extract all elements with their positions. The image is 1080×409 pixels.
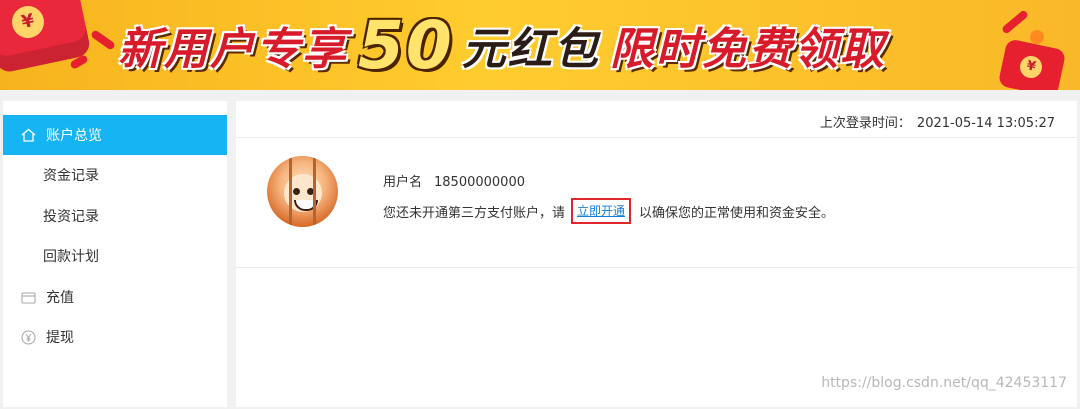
last-login-time: 2021-05-14 13:05:27 (916, 116, 1055, 131)
banner-amount: 50 (358, 6, 454, 84)
promo-banner[interactable]: ¥ ¥ 新用户专享 50 元红包 限时免费领取 (0, 0, 1080, 90)
sidebar-item-label: 账户总览 (46, 128, 102, 144)
banner-text-free-limited: 限时免费领取 (609, 24, 886, 75)
home-icon (20, 127, 36, 143)
banner-text-new-user: 新用户专享 (118, 24, 348, 75)
username-label: 用户名 (383, 175, 423, 190)
open-account-link[interactable]: 立即开通 (571, 198, 632, 224)
account-overview-panel: 上次登录时间： 2021-05-14 13:05:27 用户名 1850000000… (236, 101, 1077, 407)
wallet-icon (20, 289, 36, 305)
username-value: 18500000000 (434, 175, 525, 190)
last-login-label: 上次登录时间： (819, 116, 911, 131)
banner-headline: 新用户专享 50 元红包 限时免费领取 (112, 7, 892, 84)
sidebar-item-investment-records[interactable]: 投资记录 (3, 196, 227, 236)
streamer-decoration (1000, 9, 1030, 35)
notice-text-before: 您还未开通第三方支付账户，请 (383, 205, 566, 221)
notice-text-after: 以确保您的正常使用和资金安全。 (639, 205, 835, 221)
sidebar-item-withdraw[interactable]: 提现 (3, 317, 227, 357)
avatar-bar (313, 156, 316, 227)
sidebar-item-label: 提现 (46, 330, 74, 346)
circle-decoration (1030, 30, 1044, 44)
username-line: 用户名 18500000000 (383, 171, 525, 190)
sidebar-item-account-overview[interactable]: 账户总览 (3, 115, 227, 155)
sidebar-item-repayment-plan[interactable]: 回款计划 (3, 236, 227, 276)
avatar-bar (289, 156, 292, 227)
sidebar-item-label: 回款计划 (43, 249, 99, 265)
sidebar-item-label: 资金记录 (43, 168, 99, 184)
avatar-eye (293, 188, 300, 195)
sidebar-item-fund-records[interactable]: 资金记录 (3, 155, 227, 195)
divider (236, 267, 1077, 268)
sidebar-item-label: 充值 (46, 290, 74, 306)
last-login-bar: 上次登录时间： 2021-05-14 13:05:27 (236, 101, 1077, 138)
last-login-info: 上次登录时间： 2021-05-14 13:05:27 (820, 112, 1055, 131)
avatar[interactable] (267, 156, 338, 227)
yen-circle-icon (20, 329, 36, 345)
sidebar-item-recharge[interactable]: 充值 (3, 277, 227, 317)
watermark: https://blog.csdn.net/qq_42453117 (821, 375, 1067, 391)
banner-text-red-packet: 元红包 (461, 24, 600, 75)
sidebar: 账户总览 资金记录 投资记录 回款计划 充值 提现 (3, 101, 227, 407)
sidebar-item-label: 投资记录 (43, 209, 99, 225)
payment-account-notice: 您还未开通第三方支付账户，请 立即开通 以确保您的正常使用和资金安全。 (383, 198, 834, 224)
